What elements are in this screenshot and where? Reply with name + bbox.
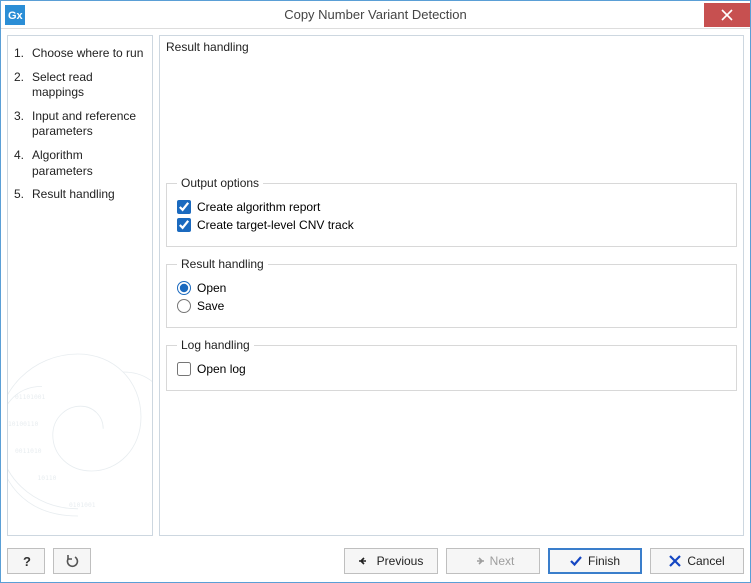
finish-button[interactable]: Finish	[548, 548, 642, 574]
reset-button[interactable]	[53, 548, 91, 574]
spacer	[166, 60, 737, 176]
undo-icon	[64, 553, 80, 569]
wizard-content-panel: Result handling Output options Create al…	[159, 35, 744, 536]
next-button: Next	[446, 548, 540, 574]
result-save-radio[interactable]	[177, 299, 191, 313]
open-log-checkbox[interactable]	[177, 362, 191, 376]
result-open-radio[interactable]	[177, 281, 191, 295]
cancel-button[interactable]: Cancel	[650, 548, 744, 574]
x-icon	[669, 555, 681, 567]
arrow-right-icon	[472, 555, 484, 567]
dialog-body: 1.Choose where to run 2.Select read mapp…	[1, 29, 750, 542]
titlebar: Gx Copy Number Variant Detection	[1, 1, 750, 29]
close-button[interactable]	[704, 3, 750, 27]
gx-app-icon: Gx	[5, 5, 25, 25]
dialog-window: Gx Copy Number Variant Detection 1.Choos…	[0, 0, 751, 583]
create-algorithm-report-label[interactable]: Create algorithm report	[197, 200, 320, 214]
help-button[interactable]: ?	[7, 548, 45, 574]
wizard-step-4[interactable]: 4.Algorithm parameters	[12, 144, 148, 183]
dialog-footer: ? Previous Next Finish Cancel	[1, 542, 750, 582]
output-options-legend: Output options	[177, 176, 263, 190]
previous-button[interactable]: Previous	[344, 548, 438, 574]
result-handling-group: Result handling Open Save	[166, 257, 737, 328]
arrow-left-icon	[359, 555, 371, 567]
open-log-label[interactable]: Open log	[197, 362, 246, 376]
create-algorithm-report-checkbox[interactable]	[177, 200, 191, 214]
svg-text:110100110: 110100110	[7, 421, 39, 428]
svg-text:0011010: 0011010	[15, 448, 42, 455]
wizard-step-5[interactable]: 5.Result handling	[12, 183, 148, 207]
result-open-label[interactable]: Open	[197, 281, 226, 295]
result-handling-legend: Result handling	[177, 257, 268, 271]
panel-title: Result handling	[166, 38, 737, 60]
log-handling-group: Log handling Open log	[166, 338, 737, 391]
svg-text:0101001: 0101001	[69, 502, 96, 509]
decorative-swirl: 01101001 110100110 0011010 10110 0101001	[7, 325, 153, 536]
create-target-cnv-track-checkbox[interactable]	[177, 218, 191, 232]
close-icon	[721, 9, 733, 21]
output-options-group: Output options Create algorithm report C…	[166, 176, 737, 247]
svg-text:01101001: 01101001	[15, 394, 46, 401]
dialog-title: Copy Number Variant Detection	[1, 7, 750, 22]
svg-text:10110: 10110	[38, 475, 57, 482]
create-target-cnv-track-label[interactable]: Create target-level CNV track	[197, 218, 354, 232]
log-handling-legend: Log handling	[177, 338, 254, 352]
result-save-label[interactable]: Save	[197, 299, 224, 313]
check-icon	[570, 555, 582, 567]
svg-text:?: ?	[23, 554, 31, 569]
wizard-step-3[interactable]: 3.Input and reference parameters	[12, 105, 148, 144]
svg-text:Gx: Gx	[8, 10, 23, 22]
wizard-steps-sidebar: 1.Choose where to run 2.Select read mapp…	[7, 35, 153, 536]
wizard-step-1[interactable]: 1.Choose where to run	[12, 42, 148, 66]
wizard-step-2[interactable]: 2.Select read mappings	[12, 66, 148, 105]
question-icon: ?	[18, 553, 34, 569]
